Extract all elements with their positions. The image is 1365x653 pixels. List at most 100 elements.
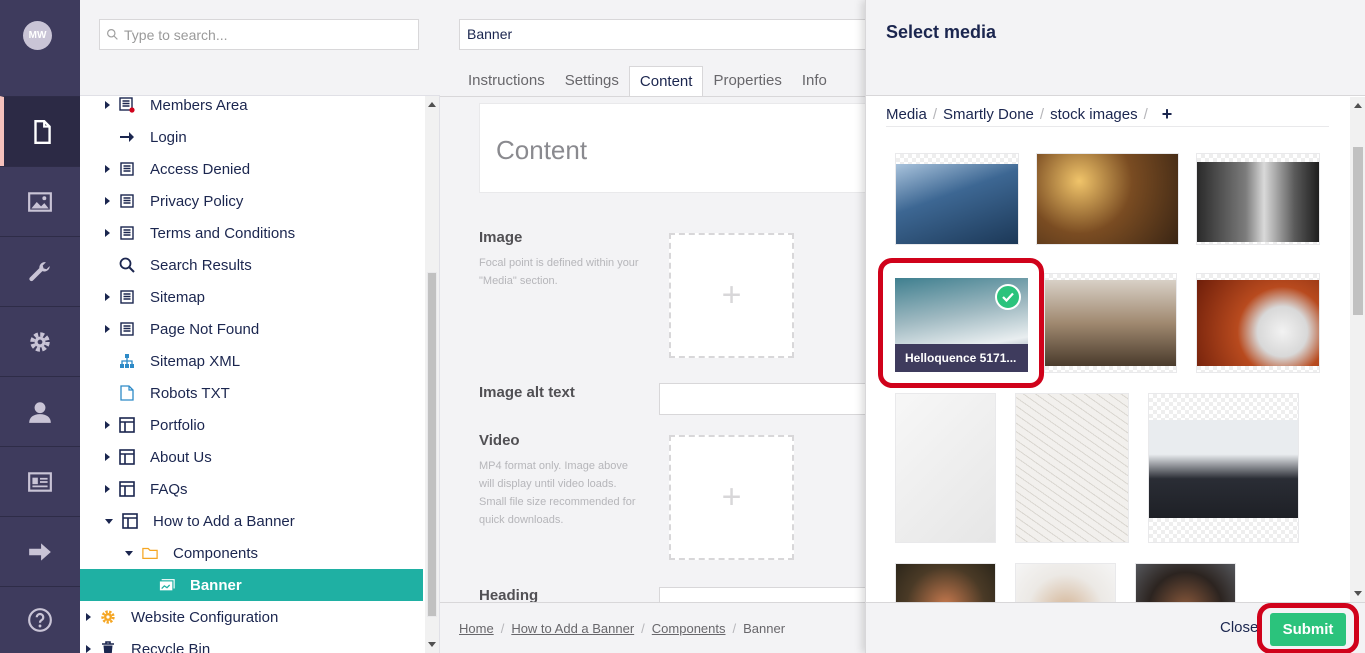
caret-right-icon[interactable] <box>105 197 110 205</box>
image-icon <box>28 191 52 212</box>
breadcrumb-home[interactable]: Home <box>459 621 494 636</box>
media-item[interactable] <box>1015 563 1116 602</box>
breadcrumb-separator: / <box>732 620 737 636</box>
caret-right-icon[interactable] <box>86 645 91 653</box>
tree-item-robots-txt[interactable]: Robots TXT <box>80 377 423 409</box>
tree-item-banner[interactable]: Banner <box>80 569 423 601</box>
section-members[interactable] <box>0 446 80 516</box>
tree-item-login[interactable]: Login <box>80 121 423 153</box>
tree-item-page-not-found[interactable]: Page Not Found <box>80 313 423 345</box>
caret-right-icon[interactable] <box>105 485 110 493</box>
tree-item-label: Sitemap XML <box>150 352 241 370</box>
tree-item-sitemap[interactable]: Sitemap <box>80 281 423 313</box>
section-forms[interactable] <box>0 516 80 586</box>
tab-content[interactable]: Content <box>628 66 704 97</box>
tree-item-faqs[interactable]: FAQs <box>80 473 423 505</box>
search-icon <box>107 29 118 40</box>
tree-item-label: Portfolio <box>150 416 206 434</box>
media-item[interactable] <box>1015 393 1129 543</box>
tree-item-terms-and-conditions[interactable]: Terms and Conditions <box>80 217 423 249</box>
tree-item-how-to-add-a-banner[interactable]: How to Add a Banner <box>80 505 423 537</box>
tree-item-portfolio[interactable]: Portfolio <box>80 409 423 441</box>
media-item[interactable] <box>1196 273 1320 373</box>
tree-item-label: Login <box>150 128 187 146</box>
tree-item-label: Robots TXT <box>150 384 230 402</box>
selection-highlight <box>878 258 1044 388</box>
id-card-icon <box>28 471 52 492</box>
caret-right-icon[interactable] <box>105 101 110 109</box>
tree-search-input[interactable]: Type to search... <box>99 19 419 50</box>
avatar[interactable]: MW <box>23 21 52 50</box>
caret-right-icon[interactable] <box>105 421 110 429</box>
video-dropzone[interactable]: + <box>669 435 794 560</box>
image-dropzone[interactable]: + <box>669 233 794 358</box>
tab-instructions[interactable]: Instructions <box>458 66 555 97</box>
tree-item-website-configuration[interactable]: Website Configuration <box>80 601 423 633</box>
section-packages[interactable] <box>0 306 80 376</box>
tree-search-area: Type to search... <box>80 0 440 96</box>
tree-scrollbar[interactable] <box>425 96 439 653</box>
section-help[interactable] <box>0 586 80 653</box>
tab-properties[interactable]: Properties <box>703 66 791 97</box>
heading-input[interactable] <box>659 587 865 602</box>
caret-right-icon[interactable] <box>105 293 110 301</box>
media-item[interactable] <box>1148 393 1299 543</box>
media-crumb-media[interactable]: Media <box>886 106 927 123</box>
tree-item-label: Search Results <box>150 256 252 274</box>
tree-item-label: FAQs <box>150 480 188 498</box>
add-folder-button[interactable]: + <box>1162 104 1173 125</box>
alt-text-input[interactable] <box>659 383 865 415</box>
tree-item-members-area[interactable]: Members Area <box>80 89 423 121</box>
caret-down-icon[interactable] <box>125 550 133 556</box>
search-icon <box>119 257 135 273</box>
tree-item-components[interactable]: Components <box>80 537 423 569</box>
section-users[interactable] <box>0 376 80 446</box>
breadcrumb-separator: / <box>500 620 505 636</box>
caret-right-icon[interactable] <box>105 165 110 173</box>
tree-item-label: Terms and Conditions <box>150 224 296 242</box>
close-button[interactable]: Close <box>1220 619 1258 636</box>
breadcrumb-components[interactable]: Components <box>652 621 726 636</box>
media-scrollbar[interactable] <box>1350 97 1365 602</box>
tree-item-access-denied[interactable]: Access Denied <box>80 153 423 185</box>
scroll-thumb[interactable] <box>427 272 437 617</box>
section-settings[interactable] <box>0 236 80 306</box>
node-name-input[interactable]: Banner <box>459 19 879 50</box>
scroll-up-arrow[interactable] <box>1354 103 1362 108</box>
caret-right-icon[interactable] <box>86 613 91 621</box>
scroll-down-arrow[interactable] <box>1354 591 1362 596</box>
tree-item-recycle-bin[interactable]: Recycle Bin <box>80 633 423 653</box>
media-item[interactable] <box>1036 153 1179 245</box>
media-item[interactable] <box>895 393 996 543</box>
media-breadcrumb: Media / Smartly Done / stock images / + <box>886 104 1172 125</box>
tab-info[interactable]: Info <box>792 66 837 97</box>
caret-down-icon[interactable] <box>105 518 113 524</box>
media-item[interactable] <box>1135 563 1236 602</box>
tree-item-sitemap-xml[interactable]: Sitemap XML <box>80 345 423 377</box>
caret-right-icon[interactable] <box>105 453 110 461</box>
image-label: Image <box>479 229 523 246</box>
tree-item-label: Page Not Found <box>150 320 260 338</box>
media-crumb-stock-images[interactable]: stock images <box>1050 106 1138 123</box>
gear-icon <box>100 609 116 625</box>
breadcrumb-how-to-add-a-banner[interactable]: How to Add a Banner <box>511 621 634 636</box>
scroll-down-arrow[interactable] <box>428 642 436 647</box>
caret-right-icon[interactable] <box>105 229 110 237</box>
media-item[interactable] <box>1044 273 1177 373</box>
scroll-up-arrow[interactable] <box>428 102 436 107</box>
media-crumb-smartly-done[interactable]: Smartly Done <box>943 106 1034 123</box>
tree-item-label: Access Denied <box>150 160 251 178</box>
section-content[interactable] <box>0 96 80 166</box>
caret-right-icon[interactable] <box>105 325 110 333</box>
media-item[interactable] <box>895 153 1019 245</box>
tree-item-label: Website Configuration <box>131 608 279 626</box>
tree-item-privacy-policy[interactable]: Privacy Policy <box>80 185 423 217</box>
tree-item-about-us[interactable]: About Us <box>80 441 423 473</box>
section-media[interactable] <box>0 166 80 236</box>
scroll-thumb[interactable] <box>1353 147 1363 315</box>
tree-item-search-results[interactable]: Search Results <box>80 249 423 281</box>
video-label: Video <box>479 432 520 449</box>
tab-settings[interactable]: Settings <box>555 66 629 97</box>
media-item[interactable] <box>1196 153 1320 245</box>
media-item[interactable] <box>895 563 996 602</box>
